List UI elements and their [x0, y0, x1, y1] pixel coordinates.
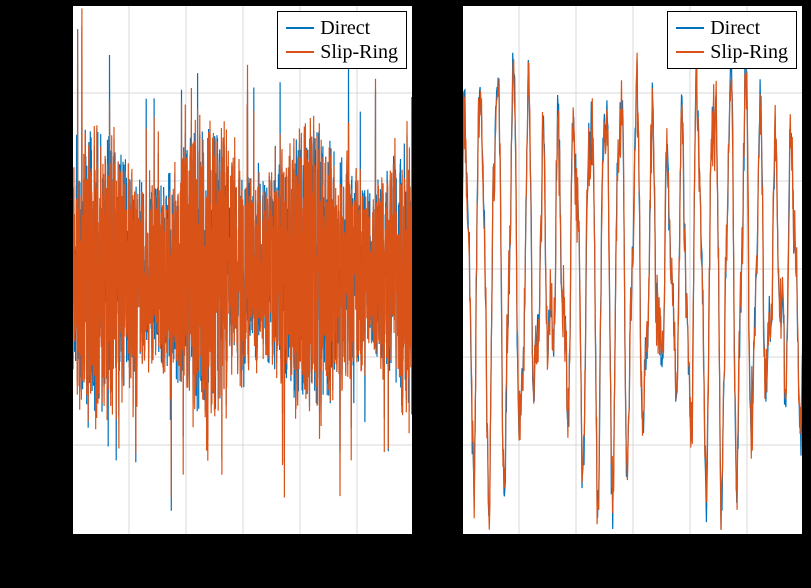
legend-swatch-direct-r: [676, 27, 704, 29]
legend-swatch-direct: [286, 27, 314, 29]
series-container-left: [72, 5, 413, 535]
legend-left: Direct Slip-Ring: [277, 11, 407, 69]
legend-label-direct: Direct: [320, 16, 370, 40]
legend-item-slipring: Slip-Ring: [286, 40, 398, 64]
chart-right: Direct Slip-Ring: [462, 5, 803, 535]
legend-swatch-slipring-r: [676, 51, 704, 53]
legend-label-slipring-r: Slip-Ring: [710, 40, 788, 64]
legend-right: Direct Slip-Ring: [667, 11, 797, 69]
chart-left: Direct Slip-Ring: [72, 5, 413, 535]
series-container-right: [462, 5, 803, 535]
series-slipring-left: [72, 8, 413, 497]
legend-swatch-slipring: [286, 51, 314, 53]
legend-item-direct-r: Direct: [676, 16, 788, 40]
legend-label-direct-r: Direct: [710, 16, 760, 40]
legend-label-slipring: Slip-Ring: [320, 40, 398, 64]
legend-item-slipring-r: Slip-Ring: [676, 40, 788, 64]
series-slipring-right: [462, 53, 803, 530]
legend-item-direct: Direct: [286, 16, 398, 40]
